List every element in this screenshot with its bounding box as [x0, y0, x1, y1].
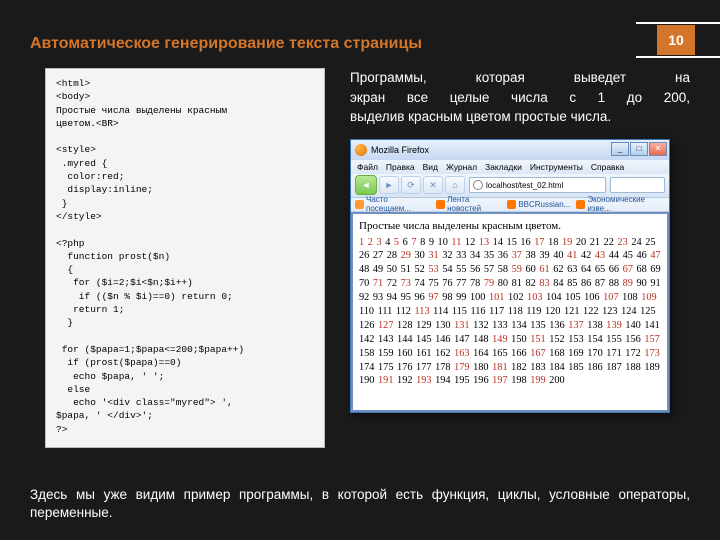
window-title: Mozilla Firefox: [371, 145, 429, 155]
firefox-icon: [355, 144, 367, 156]
back-button[interactable]: ◄: [355, 175, 377, 195]
browser-window: Mozilla Firefox _ □ ✕ Файл Правка Вид Жу…: [350, 139, 670, 413]
bookmark-item[interactable]: Лента новостей: [436, 195, 501, 213]
forward-button[interactable]: ►: [379, 176, 399, 194]
browser-toolbar: ◄ ► ⟳ ✕ ⌂ localhost/test_02.html: [351, 174, 669, 198]
bookmark-item[interactable]: Экономические изве...: [576, 195, 665, 213]
browser-viewport: Простые числа выделены красным цветом. 1…: [351, 212, 669, 412]
description-top: Программы, которая выведет на экран все …: [350, 68, 690, 139]
globe-icon: [473, 180, 483, 190]
page-heading: Простые числа выделены красным цветом.: [359, 219, 661, 234]
rss-icon: [436, 200, 445, 209]
minimize-button[interactable]: _: [611, 142, 629, 156]
bookmark-label: Лента новостей: [447, 195, 501, 213]
menu-view[interactable]: Вид: [423, 162, 438, 172]
slide-title: Автоматическое генерирование текста стра…: [0, 0, 720, 53]
browser-titlebar: Mozilla Firefox _ □ ✕: [351, 140, 669, 160]
rss-icon: [507, 200, 516, 209]
reload-button[interactable]: ⟳: [401, 176, 421, 194]
desc-line: Программы, которая выведет на: [350, 70, 690, 85]
numbers-output: 1 2 3 4 5 6 7 8 9 10 11 12 13 14 15 16 1…: [359, 236, 661, 389]
menu-file[interactable]: Файл: [357, 162, 378, 172]
desc-line: выделив красным цветом простые числа.: [350, 107, 690, 127]
stop-button[interactable]: ✕: [423, 176, 443, 194]
desc-line: экран все целые числа с 1 до 200,: [350, 90, 690, 105]
menu-bookmarks[interactable]: Закладки: [485, 162, 522, 172]
bookmark-item[interactable]: BBCRussian...: [507, 200, 570, 209]
right-column: Программы, которая выведет на экран все …: [350, 68, 690, 448]
content-row: <html> <body> Простые числа выделены кра…: [0, 53, 720, 448]
code-block: <html> <body> Простые числа выделены кра…: [45, 68, 325, 448]
bookmark-label: Часто посещаем...: [366, 195, 430, 213]
bookmark-label: Экономические изве...: [587, 195, 665, 213]
menu-help[interactable]: Справка: [591, 162, 624, 172]
browser-menubar: Файл Правка Вид Журнал Закладки Инструме…: [351, 160, 669, 174]
rss-icon: [576, 200, 585, 209]
close-button[interactable]: ✕: [649, 142, 667, 156]
bookmark-item[interactable]: Часто посещаем...: [355, 195, 430, 213]
maximize-button[interactable]: □: [630, 142, 648, 156]
address-bar[interactable]: localhost/test_02.html: [469, 177, 606, 193]
folder-icon: [355, 200, 364, 209]
bookmark-label: BBCRussian...: [518, 200, 570, 209]
menu-edit[interactable]: Правка: [386, 162, 415, 172]
home-button[interactable]: ⌂: [445, 176, 465, 194]
window-controls: _ □ ✕: [611, 142, 667, 156]
page-number-badge: 10: [657, 25, 695, 55]
menu-tools[interactable]: Инструменты: [530, 162, 583, 172]
search-box[interactable]: [610, 177, 665, 193]
menu-history[interactable]: Журнал: [446, 162, 477, 172]
bottom-description: Здесь мы уже видим пример программы, в к…: [30, 486, 690, 522]
bookmarks-toolbar: Часто посещаем... Лента новостей BBCRuss…: [351, 198, 669, 212]
address-text: localhost/test_02.html: [486, 181, 563, 190]
